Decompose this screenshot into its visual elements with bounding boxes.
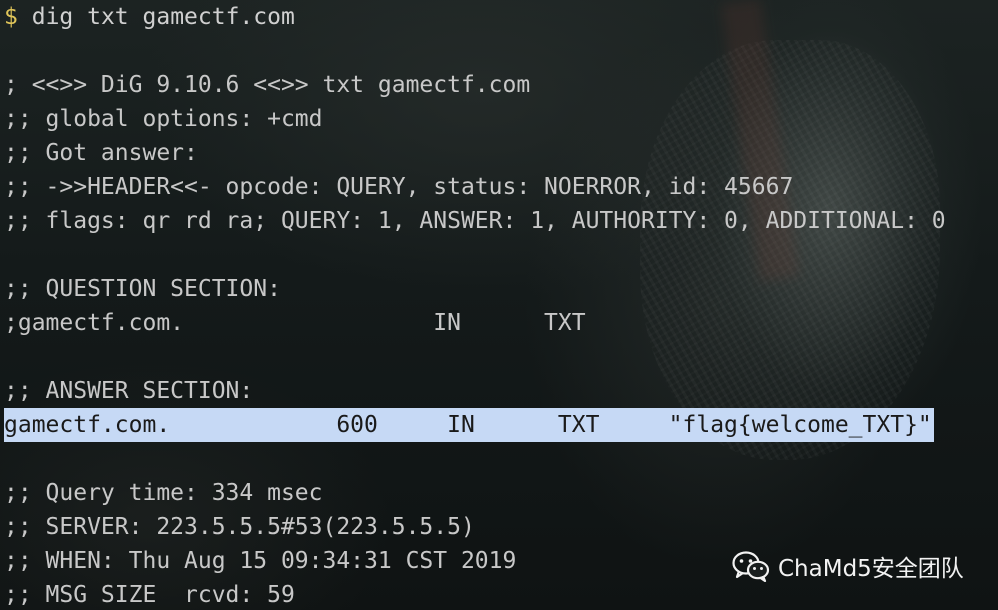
output-line: ;gamectf.com. IN TXT bbox=[4, 310, 586, 336]
watermark-text: ChaMd5安全团队 bbox=[778, 556, 964, 582]
watermark: ChaMd5安全团队 bbox=[732, 546, 964, 586]
wechat-icon bbox=[732, 551, 770, 582]
prompt-symbol: $ bbox=[4, 4, 18, 30]
output-line: ;; Query time: 334 msec bbox=[4, 480, 323, 506]
prompt-line: $ dig txt gamectf.com bbox=[4, 0, 994, 34]
output-line: ;; flags: qr rd ra; QUERY: 1, ANSWER: 1,… bbox=[4, 208, 946, 234]
output-line: ; <<>> DiG 9.10.6 <<>> txt gamectf.com bbox=[4, 72, 531, 98]
output-line: ;; Got answer: bbox=[4, 140, 198, 166]
selected-answer-record[interactable]: gamectf.com. 600 IN TXT "flag{welcome_TX… bbox=[4, 408, 934, 442]
command-text: dig txt gamectf.com bbox=[31, 4, 295, 30]
terminal-output[interactable]: $ dig txt gamectf.com ; <<>> DiG 9.10.6 … bbox=[4, 0, 994, 610]
output-line: ;; ->>HEADER<<- opcode: QUERY, status: N… bbox=[4, 174, 794, 200]
answer-line: gamectf.com. 600 IN TXT "flag{welcome_TX… bbox=[4, 408, 994, 442]
output-line: ;; ANSWER SECTION: bbox=[4, 378, 254, 404]
output-line: ;; SERVER: 223.5.5.5#53(223.5.5.5) bbox=[4, 514, 475, 540]
output-line: ;; QUESTION SECTION: bbox=[4, 276, 281, 302]
output-line: ;; global options: +cmd bbox=[4, 106, 323, 132]
